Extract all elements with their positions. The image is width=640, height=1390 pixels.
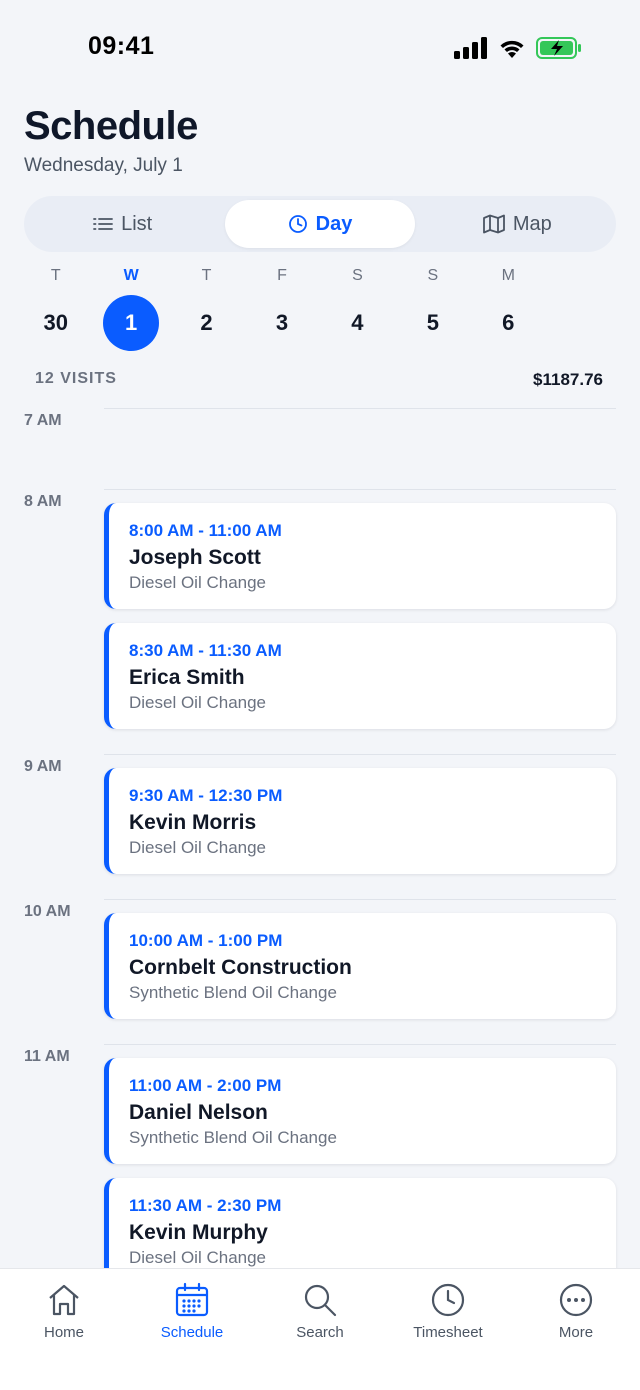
visit-time: 10:00 AM - 1:00 PM — [129, 931, 283, 950]
view-toggle: List Day Map — [24, 196, 616, 252]
visit-card[interactable]: 9:30 AM - 12:30 PM Kevin Morris Diesel O… — [104, 768, 616, 874]
day-letter: T — [50, 267, 61, 284]
visit-time: 8:30 AM - 11:30 AM — [129, 641, 282, 660]
tab-schedule-label: Schedule — [160, 1324, 224, 1341]
tab-day[interactable]: Day — [225, 200, 415, 248]
page-title: Schedule — [24, 104, 198, 148]
status-icons — [454, 36, 582, 60]
day-thu-2[interactable]: T 2 — [169, 262, 244, 351]
day-letter: T — [201, 267, 212, 284]
battery-icon — [536, 37, 581, 59]
day-letter: S — [352, 267, 363, 284]
day-tue-30[interactable]: T 30 — [18, 262, 93, 351]
hour-divider — [104, 899, 616, 900]
home-icon — [49, 1284, 79, 1316]
visit-client: Joseph Scott — [129, 546, 261, 569]
week-strip: T 30 W 1 T 2 F 3 S 4 S 5 M 6 — [18, 262, 546, 351]
hour-divider — [104, 408, 616, 409]
wifi-icon — [500, 40, 524, 58]
day-number: 2 — [200, 310, 213, 335]
tab-timesheet-label: Timesheet — [413, 1324, 483, 1341]
visit-card[interactable]: 8:30 AM - 11:30 AM Erica Smith Diesel Oi… — [104, 623, 616, 729]
hour-divider — [104, 1044, 616, 1045]
visit-service: Synthetic Blend Oil Change — [129, 1128, 337, 1147]
hour-label: 9 AM — [24, 758, 62, 775]
day-number-selected: 1 — [103, 295, 160, 351]
day-letter: S — [427, 267, 439, 284]
day-number: 30 — [43, 310, 68, 335]
hour-label: 10 AM — [24, 903, 71, 920]
day-summary: 12 VISITS $1187.76 — [35, 370, 603, 390]
day-sun-5[interactable]: S 5 — [395, 262, 470, 351]
visit-client: Daniel Nelson — [129, 1101, 268, 1124]
visit-service: Diesel Oil Change — [129, 838, 267, 857]
tab-list[interactable]: List — [28, 200, 217, 248]
visit-card[interactable]: 11:30 AM - 2:30 PM Kevin Murphy Diesel O… — [104, 1178, 616, 1268]
day-letter: F — [277, 267, 287, 284]
tab-map[interactable]: Map — [423, 200, 612, 248]
hour-divider — [104, 489, 616, 490]
hour-label: 7 AM — [24, 412, 62, 429]
tab-search[interactable]: Search — [256, 1269, 384, 1390]
day-number: 4 — [351, 310, 364, 335]
clock-icon — [431, 1283, 465, 1317]
day-letter: W — [123, 267, 139, 284]
day-total: $1187.76 — [533, 370, 603, 389]
day-fri-3[interactable]: F 3 — [244, 262, 319, 351]
visit-card[interactable]: 10:00 AM - 1:00 PM Cornbelt Construction… — [104, 913, 616, 1019]
visit-service: Synthetic Blend Oil Change — [129, 983, 337, 1002]
visit-client: Erica Smith — [129, 666, 245, 689]
visit-time: 11:00 AM - 2:00 PM — [129, 1076, 282, 1095]
tab-home[interactable]: Home — [0, 1269, 128, 1390]
tab-list-label: List — [121, 212, 153, 235]
visit-service: Diesel Oil Change — [129, 1248, 267, 1267]
day-letter: M — [501, 267, 515, 284]
tab-map-label: Map — [512, 212, 552, 235]
status-bar: 09:41 — [0, 0, 640, 90]
tab-more[interactable]: More — [512, 1269, 640, 1390]
map-icon — [482, 214, 505, 234]
visit-client: Kevin Murphy — [129, 1221, 268, 1244]
header: Schedule Wednesday, July 1 — [24, 104, 198, 177]
day-number: 3 — [275, 310, 289, 335]
visit-count: 12 VISITS — [35, 370, 117, 387]
more-icon — [559, 1283, 593, 1317]
clock-icon — [288, 215, 307, 233]
tab-more-label: More — [558, 1324, 594, 1341]
bottom-tab-bar: Home Schedule Search Timesheet More — [0, 1268, 640, 1390]
visit-card[interactable]: 8:00 AM - 11:00 AM Joseph Scott Diesel O… — [104, 503, 616, 609]
visit-client: Kevin Morris — [129, 811, 257, 834]
timeline[interactable]: 7 AM 8 AM 8:00 AM - 11:00 AM Joseph Scot… — [0, 400, 640, 1268]
tab-search-label: Search — [296, 1324, 344, 1341]
hour-divider — [104, 754, 616, 755]
hour-label: 8 AM — [24, 493, 62, 510]
status-time: 09:41 — [88, 32, 155, 60]
day-sat-4[interactable]: S 4 — [320, 262, 395, 351]
day-wed-1[interactable]: W 1 — [93, 262, 168, 351]
tab-day-label: Day — [315, 212, 353, 235]
search-icon — [304, 1284, 337, 1317]
visit-time: 11:30 AM - 2:30 PM — [129, 1196, 282, 1215]
day-mon-6[interactable]: M 6 — [471, 262, 546, 351]
calendar-icon — [175, 1282, 209, 1317]
visit-service: Diesel Oil Change — [129, 693, 267, 712]
visit-client: Cornbelt Construction — [129, 956, 352, 979]
visit-time: 9:30 AM - 12:30 PM — [129, 786, 283, 805]
signal-icon — [454, 37, 487, 59]
tab-schedule[interactable]: Schedule — [128, 1269, 256, 1390]
day-number: 6 — [502, 310, 515, 335]
hour-label: 11 AM — [24, 1048, 70, 1065]
tab-home-label: Home — [43, 1324, 84, 1341]
list-icon — [93, 218, 113, 230]
day-number: 5 — [426, 310, 439, 335]
visit-time: 8:00 AM - 11:00 AM — [129, 521, 282, 540]
visit-card[interactable]: 11:00 AM - 2:00 PM Daniel Nelson Synthet… — [104, 1058, 616, 1164]
tab-timesheet[interactable]: Timesheet — [384, 1269, 512, 1390]
visit-service: Diesel Oil Change — [129, 573, 267, 592]
page-date: Wednesday, July 1 — [24, 155, 183, 176]
